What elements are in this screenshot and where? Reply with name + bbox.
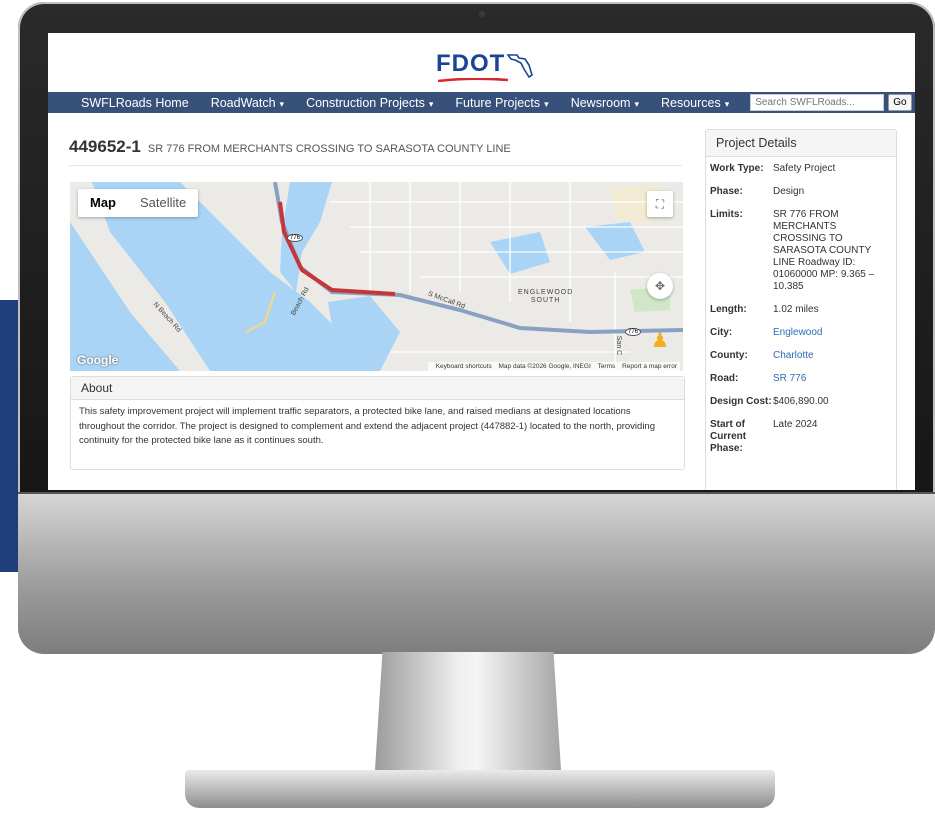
detail-key: Limits:	[710, 209, 743, 220]
fullscreen-icon[interactable]: ⛶	[647, 191, 673, 217]
detail-row-design-cost: Design Cost: $406,890.00	[706, 396, 896, 408]
terms-link[interactable]: Terms	[598, 363, 616, 370]
nav-item-label: Construction Projects	[306, 95, 425, 110]
pan-control-icon[interactable]: ✥	[647, 273, 673, 299]
caret-down-icon: ▾	[724, 98, 730, 109]
map-label-san-c: San C	[615, 335, 623, 356]
detail-row-road: Road: SR 776	[706, 373, 896, 385]
about-heading: About	[71, 377, 684, 400]
logo-swoosh-icon	[438, 78, 508, 82]
nav-item-label: RoadWatch	[210, 95, 276, 110]
monitor-stand-base	[185, 770, 775, 808]
nav-item-resources[interactable]: Resources ▾	[650, 96, 740, 110]
detail-key: Length:	[710, 304, 747, 315]
detail-value: Design	[773, 186, 805, 197]
map-type-control: Map Satellite	[78, 189, 199, 217]
map-data-attribution: Map data ©2026 Google, INEGI	[498, 363, 591, 370]
map-label-englewood-line1: ENGLEWOOD	[518, 289, 574, 296]
nav-item-newsroom[interactable]: Newsroom ▾	[560, 96, 650, 110]
city-link[interactable]: Englewood	[773, 327, 822, 339]
monitor-chin	[18, 492, 935, 654]
detail-key: Work Type:	[710, 163, 764, 174]
detail-key: County:	[710, 350, 748, 361]
detail-key: City:	[710, 327, 733, 338]
detail-row-city: City: Englewood	[706, 327, 896, 339]
nav-item-home[interactable]: SWFLRoads Home	[48, 96, 200, 110]
detail-value: SR 776 FROM MERCHANTS CROSSING TO SARASO…	[773, 209, 875, 292]
caret-down-icon: ▾	[428, 98, 434, 109]
map-label-englewood: ENGLEWOOD SOUTH	[518, 289, 573, 305]
detail-value: 1.02 miles	[773, 304, 819, 315]
road-link[interactable]: SR 776	[773, 373, 806, 385]
detail-value: Safety Project	[773, 163, 836, 174]
project-details-panel: Project Details Work Type: Safety Projec…	[705, 129, 897, 490]
search-input[interactable]	[750, 94, 885, 111]
florida-outline-icon	[506, 54, 534, 79]
nav-item-roadwatch[interactable]: RoadWatch ▾	[200, 96, 295, 110]
logo-text: FDOT	[436, 50, 506, 77]
monitor-stand-neck	[375, 652, 561, 770]
detail-key: Phase:	[710, 186, 743, 197]
detail-row-length: Length: 1.02 miles	[706, 304, 896, 316]
detail-row-start-of-phase: Start of Current Phase: Late 2024	[706, 419, 896, 455]
detail-row-phase: Phase: Design	[706, 186, 896, 198]
detail-value: $406,890.00	[773, 396, 829, 407]
map-type-map-button[interactable]: Map	[78, 189, 128, 217]
nav-item-label: Future Projects	[455, 95, 541, 110]
caret-down-icon: ▾	[279, 98, 285, 109]
map-attribution: Keyboard shortcuts Map data ©2026 Google…	[427, 362, 680, 371]
project-id: 449652-1	[69, 137, 141, 156]
county-link[interactable]: Charlotte	[773, 350, 814, 362]
title-divider	[69, 165, 682, 166]
route-shield-776-east: 776	[625, 328, 642, 336]
map-type-satellite-button[interactable]: Satellite	[128, 189, 198, 217]
detail-row-county: County: Charlotte	[706, 350, 896, 362]
detail-key: Design Cost:	[710, 396, 772, 407]
project-title: SR 776 FROM MERCHANTS CROSSING TO SARASO…	[147, 143, 511, 155]
webcam-icon	[479, 11, 485, 17]
nav-item-label: Newsroom	[570, 95, 631, 110]
report-map-error-link[interactable]: Report a map error	[622, 363, 677, 370]
detail-row-limits: Limits: SR 776 FROM MERCHANTS CROSSING T…	[706, 209, 896, 293]
site-header: FDOT	[48, 33, 915, 91]
detail-key: Start of Current Phase:	[710, 419, 747, 454]
browser-screen: FDOT SWFLRoads Home RoadWatch ▾ Construct…	[48, 33, 915, 490]
nav-item-label: SWFLRoads Home	[81, 95, 189, 110]
google-logo: Google	[77, 353, 119, 367]
nav-item-construction-projects[interactable]: Construction Projects ▾	[295, 96, 444, 110]
main-navbar: SWFLRoads Home RoadWatch ▾ Construction P…	[48, 92, 915, 113]
detail-value: Late 2024	[773, 419, 818, 430]
keyboard-shortcuts-link[interactable]: Keyboard shortcuts	[436, 363, 492, 370]
detail-row-work-type: Work Type: Safety Project	[706, 163, 896, 175]
nav-item-label: Resources	[660, 95, 721, 110]
map-label-englewood-line2: SOUTH	[530, 297, 561, 304]
about-panel: About This safety improvement project wi…	[70, 376, 685, 470]
fdot-logo[interactable]: FDOT	[436, 49, 535, 82]
project-map[interactable]: Map Satellite ⛶ ✥ ♟ ENGLEWOOD SOUTH S McC…	[70, 182, 683, 371]
street-view-pegman-icon[interactable]: ♟	[649, 328, 671, 354]
about-body: This safety improvement project will imp…	[79, 406, 655, 446]
go-button[interactable]: Go	[888, 94, 912, 111]
caret-down-icon: ▾	[634, 98, 639, 109]
page-title: 449652-1 SR 776 FROM MERCHANTS CROSSING …	[69, 137, 511, 157]
caret-down-icon: ▾	[544, 98, 549, 109]
route-shield-776-north: 776	[287, 234, 304, 242]
detail-key: Road:	[710, 373, 739, 384]
nav-item-future-projects[interactable]: Future Projects ▾	[444, 96, 559, 110]
details-heading: Project Details	[706, 130, 896, 157]
